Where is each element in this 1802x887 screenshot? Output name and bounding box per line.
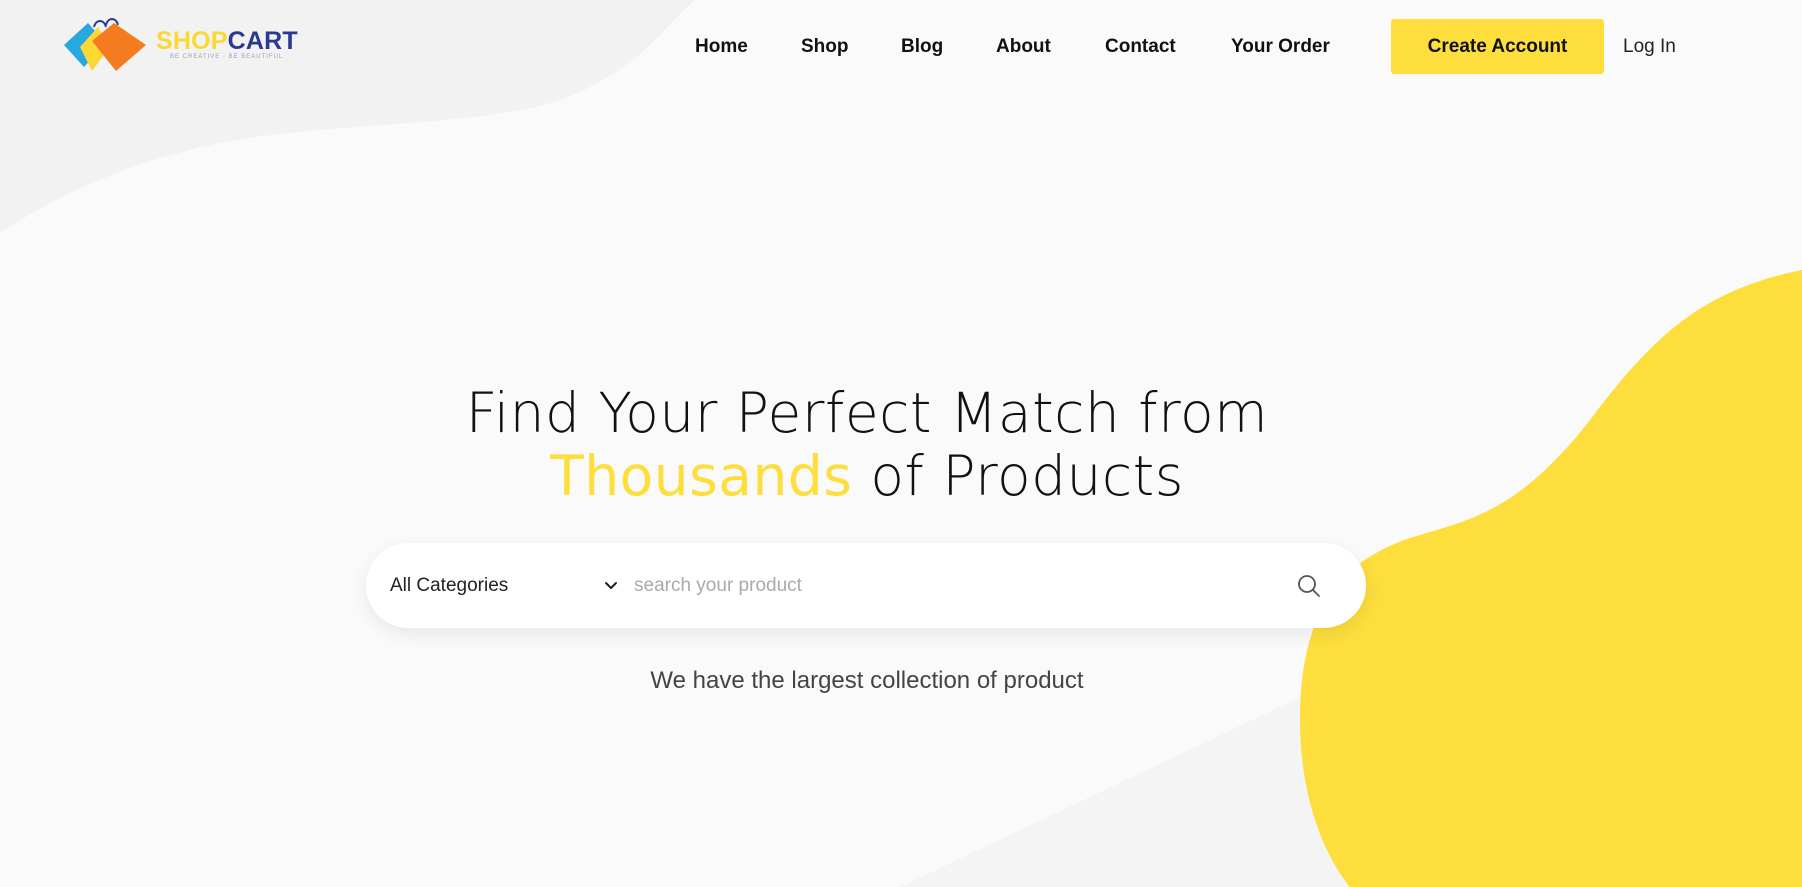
login-link[interactable]: Log In [1623, 36, 1676, 58]
hero-title-line1: Find Your Perfect Match from [465, 381, 1269, 445]
search-bar: All Categories [366, 543, 1366, 628]
hero-title-rest: of Products [852, 444, 1184, 508]
create-account-button[interactable]: Create Account [1391, 19, 1604, 74]
hero-title-line2: Thousands of Products [0, 445, 1734, 508]
category-select[interactable]: All Categories [390, 572, 618, 600]
nav-about[interactable]: About [996, 36, 1051, 58]
hero-subtitle: We have the largest collection of produc… [650, 667, 1084, 694]
search-icon [1298, 575, 1320, 597]
hero-title: Find Your Perfect Match from Thousands o… [0, 382, 1734, 508]
nav-your-order[interactable]: Your Order [1231, 36, 1330, 58]
nav-home[interactable]: Home [695, 36, 748, 58]
hero-title-accent: Thousands [550, 444, 853, 508]
site-header: SHOPCART BE CREATIVE · BE BEAUTIFUL Home… [0, 0, 1802, 95]
search-button[interactable] [1296, 573, 1322, 599]
category-select-value: All Categories [390, 575, 509, 596]
nav-contact[interactable]: Contact [1105, 36, 1176, 58]
nav-blog[interactable]: Blog [901, 36, 943, 58]
search-input[interactable] [634, 565, 1254, 607]
yellow-blob [1300, 270, 1802, 887]
chevron-down-icon [605, 582, 617, 589]
nav-shop[interactable]: Shop [801, 36, 849, 58]
